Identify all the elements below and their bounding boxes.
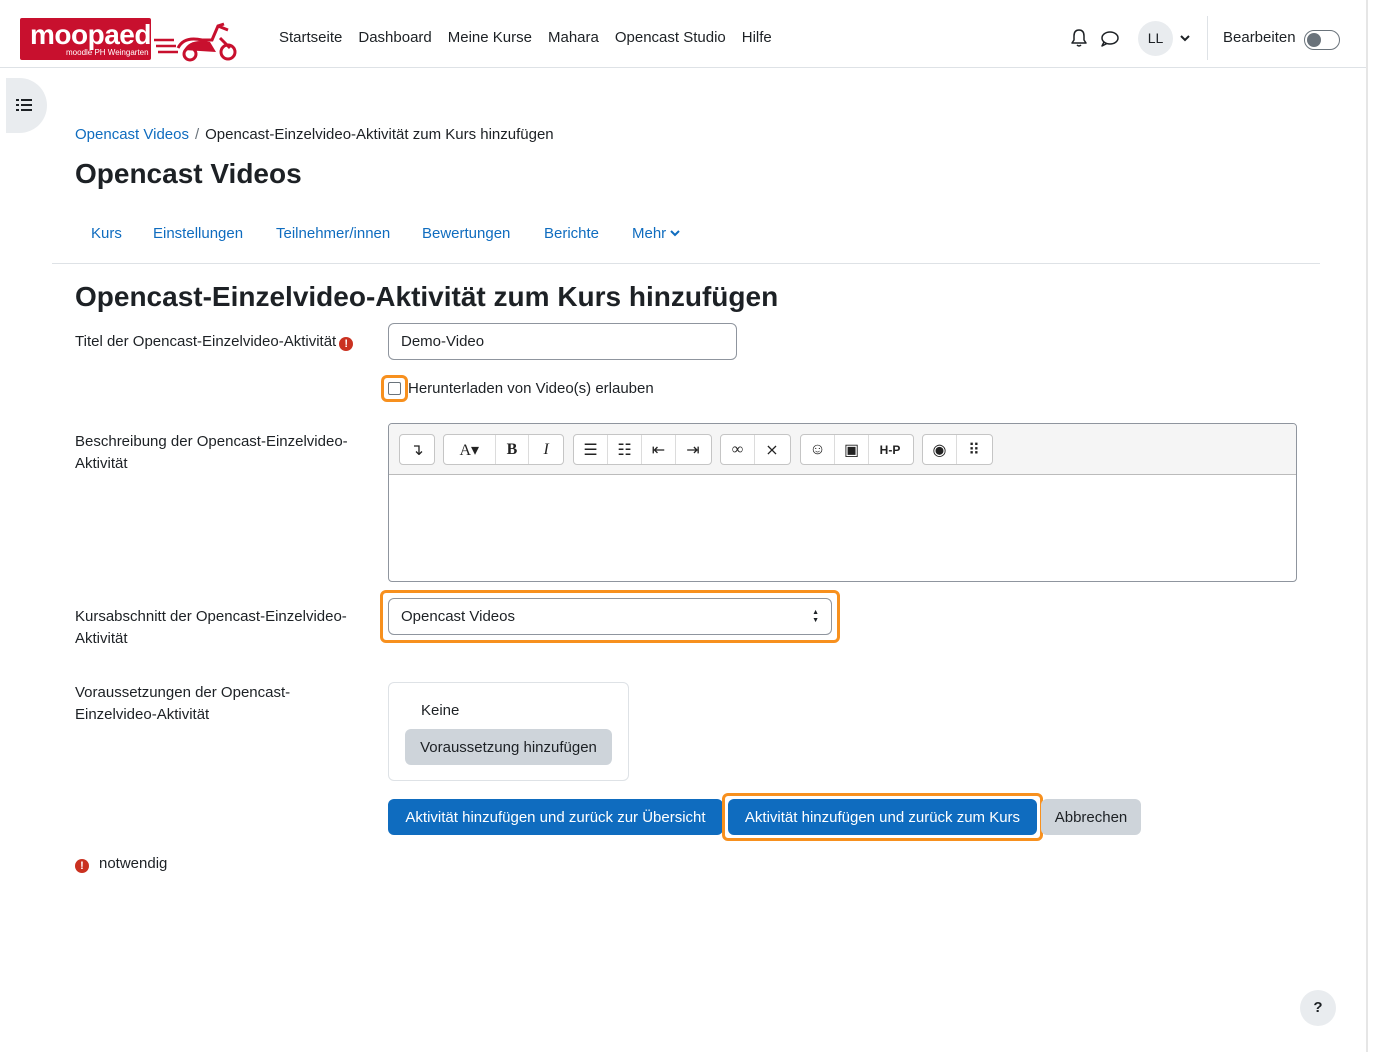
- page-title: Opencast Videos: [75, 158, 302, 189]
- required-legend-text: notwendig: [99, 855, 168, 872]
- outdent-icon[interactable]: ⇤: [642, 435, 676, 464]
- help-button[interactable]: ?: [1300, 990, 1336, 1026]
- secondary-nav-divider: [52, 263, 1320, 264]
- tab-bewertungen[interactable]: Bewertungen: [422, 225, 510, 242]
- list-icon: [16, 99, 32, 111]
- message-bubble-icon[interactable]: [1100, 29, 1120, 49]
- page-right-border: [1366, 0, 1368, 1052]
- section-select-value: Opencast Videos: [401, 608, 515, 625]
- download-checkbox-label: Herunterladen von Video(s) erlauben: [408, 380, 654, 397]
- download-checkbox[interactable]: [388, 382, 401, 395]
- form-heading: Opencast-Einzelvideo-Aktivität zum Kurs …: [75, 281, 779, 312]
- restrictions-label: Voraussetzungen der Opencast-Einzelvideo…: [75, 684, 291, 723]
- ordered-list-icon[interactable]: ☷: [608, 435, 642, 464]
- site-logo[interactable]: moopaed moodle PH Weingarten: [20, 18, 242, 62]
- image-icon[interactable]: ▣: [835, 435, 869, 464]
- navbar-divider: [1207, 16, 1208, 60]
- select-arrows-icon: ▲ ▼: [812, 609, 819, 624]
- emoji-icon[interactable]: ☺: [801, 435, 835, 464]
- description-editor: ↴ A▾ B I ☰ ☷ ⇤ ⇥ ∞ ⨯ ☺ ▣ H-P ◉ ⠿: [388, 423, 1297, 582]
- nav-item-dashboard[interactable]: Dashboard: [358, 29, 431, 46]
- breadcrumb-separator: /: [194, 126, 200, 143]
- title-label-text: Titel der Opencast-Einzelvideo-Aktivität: [75, 333, 337, 350]
- tab-kurs[interactable]: Kurs: [91, 225, 122, 242]
- nav-item-mahara[interactable]: Mahara: [548, 29, 599, 46]
- tab-berichte[interactable]: Berichte: [544, 225, 599, 242]
- edit-mode-toggle[interactable]: [1304, 30, 1340, 50]
- toolbar-group-links: ∞ ⨯: [720, 434, 791, 465]
- top-navbar: moopaed moodle PH Weingarten Startseite …: [0, 0, 1368, 68]
- paragraph-style-icon[interactable]: A▾: [444, 435, 496, 464]
- toolbar-group-accessibility: ◉ ⠿: [922, 434, 993, 465]
- editor-toolbar: ↴ A▾ B I ☰ ☷ ⇤ ⇥ ∞ ⨯ ☺ ▣ H-P ◉ ⠿: [389, 424, 1296, 475]
- editor-content-area[interactable]: [389, 476, 1296, 581]
- required-legend: ! notwendig: [75, 855, 167, 873]
- breadcrumb-current: Opencast-Einzelvideo-Aktivität zum Kurs …: [205, 126, 554, 143]
- accessibility-icon[interactable]: ◉: [923, 435, 957, 464]
- tab-mehr[interactable]: Mehr: [632, 225, 680, 242]
- description-label: Beschreibung der Opencast-Einzelvideo-Ak…: [75, 433, 348, 472]
- user-avatar[interactable]: LL: [1138, 21, 1173, 56]
- submit-return-course-button[interactable]: Aktivität hinzufügen und zurück zum Kurs: [728, 799, 1037, 835]
- unlink-icon[interactable]: ⨯: [755, 435, 789, 464]
- nav-item-opencast-studio[interactable]: Opencast Studio: [615, 29, 726, 46]
- title-label: Titel der Opencast-Einzelvideo-Aktivität…: [75, 331, 365, 353]
- scooter-icon: [154, 22, 237, 62]
- required-icon: !: [339, 337, 354, 351]
- logo-text: moopaed: [30, 19, 151, 50]
- chevron-down-icon: [670, 230, 680, 237]
- submit-return-overview-button[interactable]: Aktivität hinzufügen und zurück zur Über…: [388, 799, 723, 835]
- primary-navigation: Startseite Dashboard Meine Kurse Mahara …: [279, 29, 788, 46]
- screenreader-icon[interactable]: ⠿: [957, 435, 991, 464]
- tab-teilnehmer[interactable]: Teilnehmer/innen: [276, 225, 390, 242]
- toolbar-group-style: A▾ B I: [443, 434, 564, 465]
- required-icon: !: [75, 859, 89, 873]
- edit-mode-label: Bearbeiten: [1223, 29, 1296, 46]
- h5p-icon[interactable]: H-P: [869, 435, 911, 464]
- bold-icon[interactable]: B: [496, 435, 530, 464]
- section-label: Kursabschnitt der Opencast-Einzelvideo-A…: [75, 608, 347, 647]
- logo-subtitle: moodle PH Weingarten: [66, 48, 149, 57]
- nav-item-hilfe[interactable]: Hilfe: [742, 29, 772, 46]
- cancel-button[interactable]: Abbrechen: [1041, 799, 1141, 835]
- breadcrumb: Opencast Videos / Opencast-Einzelvideo-Akt…: [75, 126, 554, 143]
- nav-item-meine-kurse[interactable]: Meine Kurse: [448, 29, 532, 46]
- unordered-list-icon[interactable]: ☰: [574, 435, 608, 464]
- toolbar-toggle-icon[interactable]: ↴: [400, 435, 434, 464]
- add-restriction-button[interactable]: Voraussetzung hinzufügen: [405, 729, 612, 765]
- bell-icon[interactable]: [1069, 28, 1089, 48]
- title-input[interactable]: [388, 323, 737, 360]
- toggle-knob: [1307, 33, 1321, 47]
- tab-mehr-label: Mehr: [632, 225, 667, 242]
- toolbar-group-collapse: ↴: [399, 434, 435, 465]
- breadcrumb-link-course[interactable]: Opencast Videos: [75, 126, 189, 143]
- tab-einstellungen[interactable]: Einstellungen: [153, 225, 243, 242]
- restrictions-none: Keine: [421, 702, 460, 719]
- logo-badge: moopaed moodle PH Weingarten: [20, 18, 151, 60]
- italic-icon[interactable]: I: [529, 435, 563, 464]
- section-select[interactable]: Opencast Videos ▲ ▼: [388, 598, 832, 635]
- indent-icon[interactable]: ⇥: [676, 435, 710, 464]
- link-icon[interactable]: ∞: [721, 435, 755, 464]
- nav-item-startseite[interactable]: Startseite: [279, 29, 342, 46]
- course-index-toggle[interactable]: [6, 78, 47, 133]
- toolbar-group-insert: ☺ ▣ H-P: [800, 434, 914, 465]
- restrictions-box: Keine Voraussetzung hinzufügen: [388, 682, 629, 781]
- chevron-down-icon[interactable]: [1180, 30, 1190, 46]
- toolbar-group-lists: ☰ ☷ ⇤ ⇥: [573, 434, 712, 465]
